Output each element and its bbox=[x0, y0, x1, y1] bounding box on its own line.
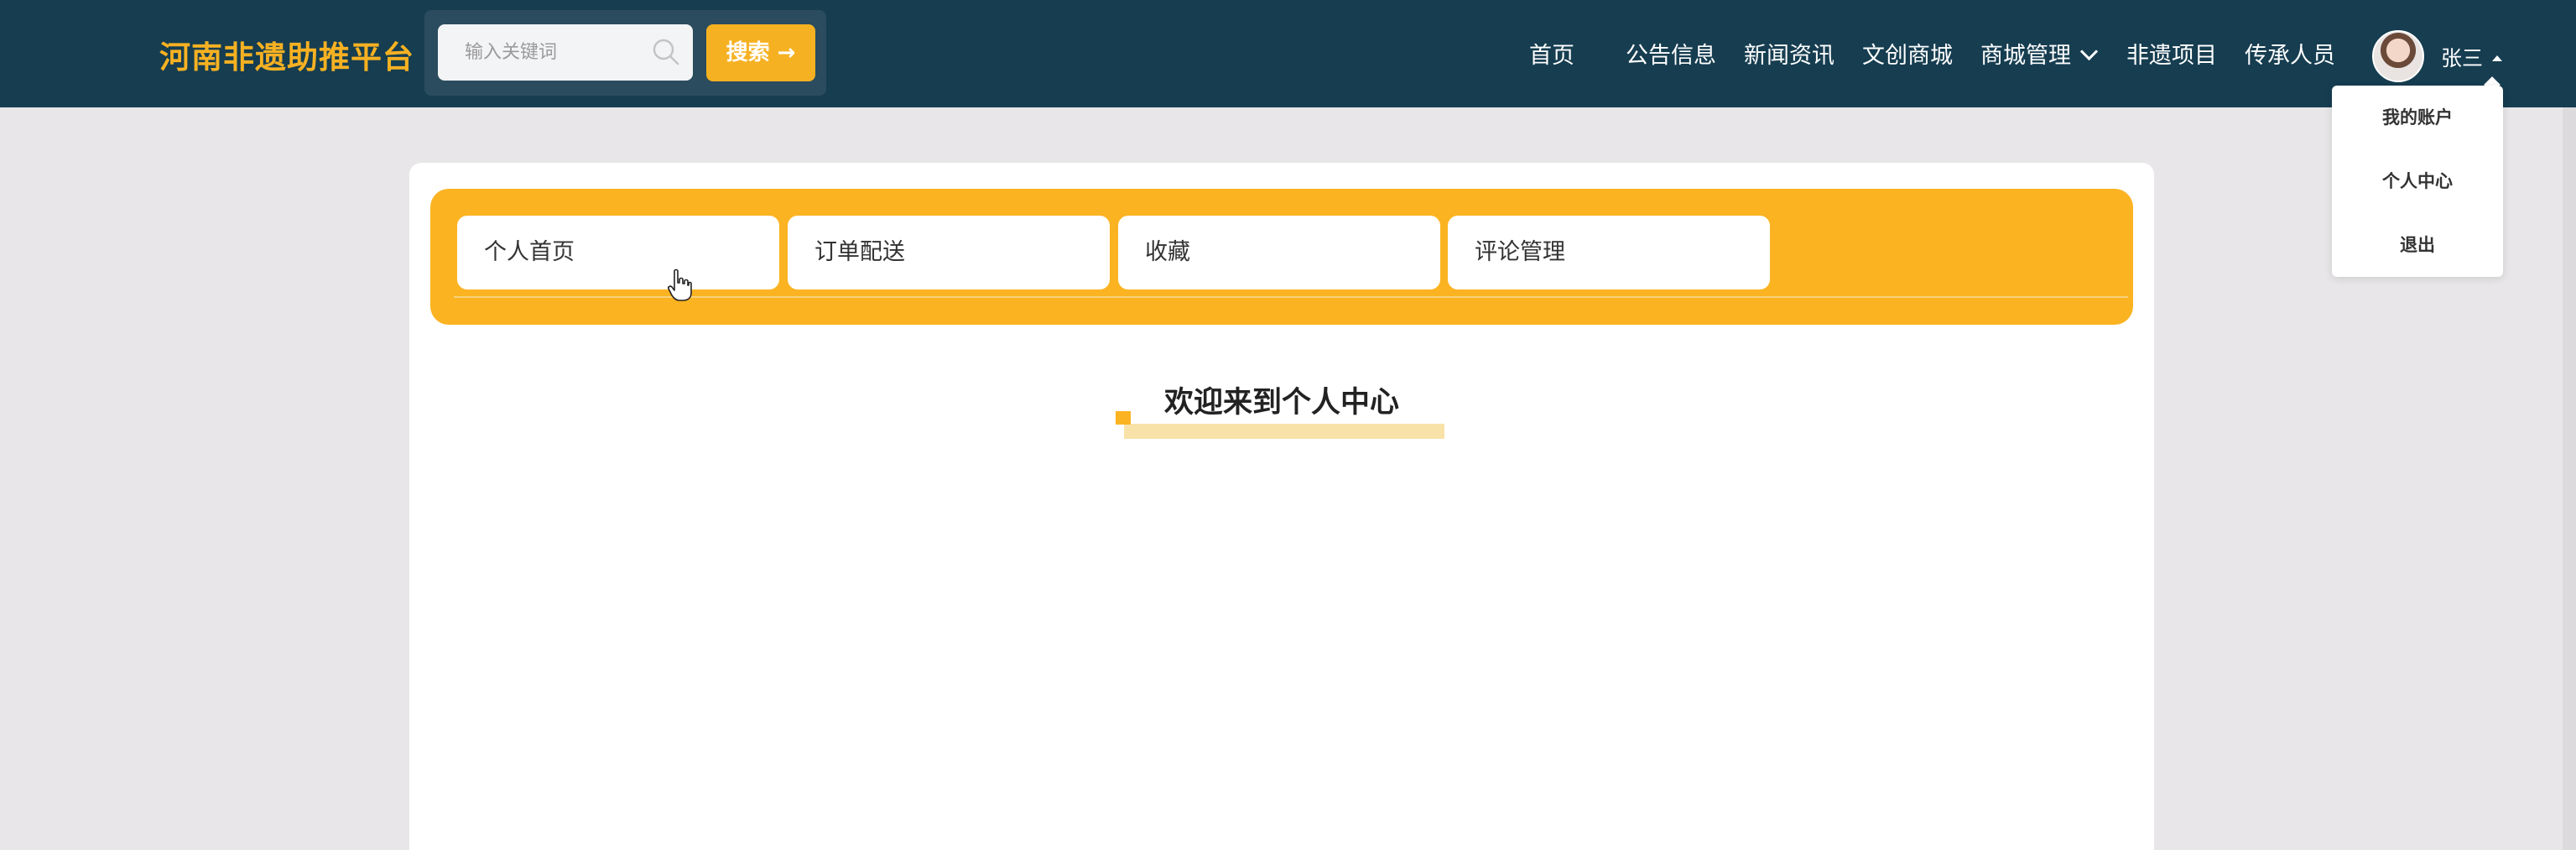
nav-home[interactable]: 首页 bbox=[1529, 37, 1574, 70]
avatar[interactable] bbox=[2372, 30, 2424, 82]
nav-heritage-projects[interactable]: 非遗项目 bbox=[2126, 37, 2217, 70]
scrollbar-track[interactable] bbox=[2563, 107, 2576, 850]
caret-up-icon[interactable] bbox=[2492, 55, 2502, 61]
search-bar: 搜索 → bbox=[424, 10, 826, 96]
menu-item-personal-center[interactable]: 个人中心 bbox=[2332, 168, 2503, 193]
nav-cultural-shop[interactable]: 文创商城 bbox=[1862, 37, 1953, 70]
top-navbar: 河南非遗助推平台 搜索 → 首页 公告信息 新闻资讯 文创商城 商城管理 非遗项… bbox=[0, 0, 2576, 107]
page-title: 欢迎来到个人中心 bbox=[1164, 386, 1400, 420]
title-marker bbox=[1116, 411, 1131, 425]
tab-favorites[interactable]: 收藏 bbox=[1118, 216, 1440, 289]
nav-news[interactable]: 新闻资讯 bbox=[1744, 37, 1834, 70]
tab-divider bbox=[454, 296, 2128, 298]
personal-tab-bar: 个人首页 订单配送 收藏 评论管理 bbox=[430, 189, 2133, 325]
menu-item-my-account[interactable]: 我的账户 bbox=[2332, 104, 2503, 129]
user-name[interactable]: 张三 bbox=[2441, 42, 2483, 72]
search-button[interactable]: 搜索 → bbox=[706, 24, 815, 81]
tab-order-delivery[interactable]: 订单配送 bbox=[788, 216, 1110, 289]
hand-cursor-icon bbox=[668, 269, 692, 301]
nav-shop-management-label: 商城管理 bbox=[1980, 43, 2071, 69]
nav-inheritors[interactable]: 传承人员 bbox=[2245, 37, 2335, 70]
search-icon[interactable] bbox=[649, 35, 683, 69]
title-highlight-bar bbox=[1124, 424, 1444, 439]
tab-comment-management[interactable]: 评论管理 bbox=[1448, 216, 1770, 289]
menu-item-logout[interactable]: 退出 bbox=[2332, 232, 2503, 257]
chevron-down-icon bbox=[2079, 42, 2099, 61]
brand-logo[interactable]: 河南非遗助推平台 bbox=[159, 32, 414, 77]
nav-announcements[interactable]: 公告信息 bbox=[1626, 37, 1716, 70]
nav-shop-management[interactable]: 商城管理 bbox=[1980, 37, 2099, 70]
user-dropdown-menu: 我的账户 个人中心 退出 bbox=[2332, 86, 2503, 277]
tab-personal-home[interactable]: 个人首页 bbox=[457, 216, 779, 289]
